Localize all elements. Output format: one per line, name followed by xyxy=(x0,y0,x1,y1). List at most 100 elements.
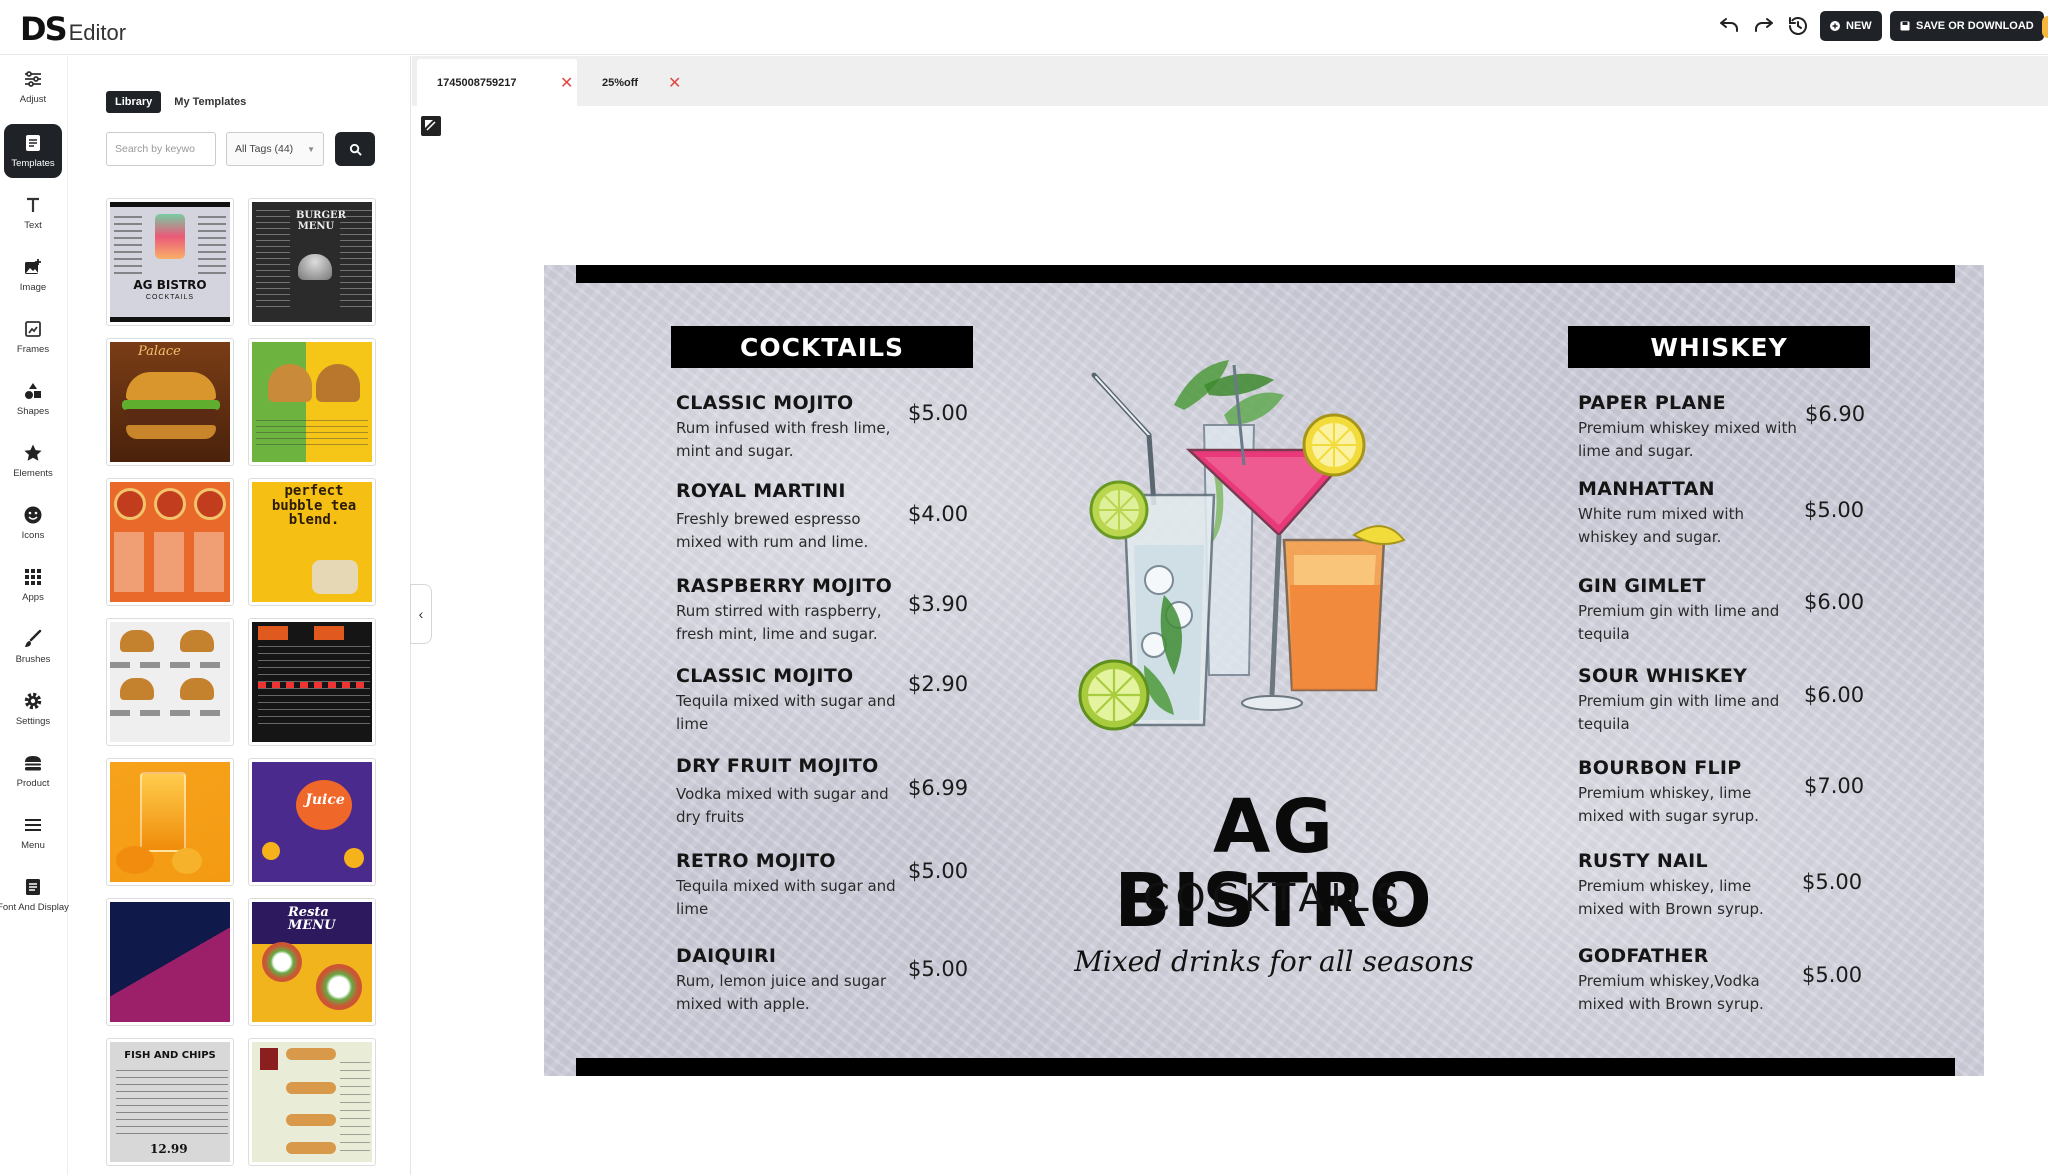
redo-icon[interactable] xyxy=(1752,14,1776,38)
nav-text[interactable]: Text xyxy=(4,186,62,240)
item-description: Freshly brewed espresso mixed with rum a… xyxy=(676,510,869,551)
template-thumbnail[interactable]: Palace xyxy=(106,338,234,466)
nav-label: Shapes xyxy=(16,406,50,417)
chevron-left-icon: ‹ xyxy=(418,606,424,622)
nav-label: Product xyxy=(16,778,50,789)
undo-icon[interactable] xyxy=(1717,14,1741,38)
nav-elements[interactable]: Elements xyxy=(4,434,62,488)
resize-icon[interactable] xyxy=(421,116,441,136)
item-price: $5.00 xyxy=(1802,870,1863,894)
nav-adjust[interactable]: Adjust xyxy=(4,60,62,114)
doc-tab-label: 25%off xyxy=(602,76,639,89)
template-thumbnail[interactable] xyxy=(106,478,234,606)
item-price: $6.00 xyxy=(1804,590,1865,614)
sliders-icon xyxy=(25,71,41,87)
thumb-title: AG BISTRO xyxy=(133,278,207,292)
template-thumbnail[interactable]: FISH AND CHIPS 12.99 xyxy=(106,1038,234,1166)
template-thumbnail[interactable] xyxy=(106,758,234,886)
gear-icon xyxy=(24,692,42,710)
nav-brushes[interactable]: Brushes xyxy=(4,620,62,674)
template-thumbnail[interactable] xyxy=(248,618,376,746)
thumb-title: Juice xyxy=(305,792,345,808)
nav-label: Elements xyxy=(13,468,53,479)
item-price: $5.00 xyxy=(908,401,969,425)
nav-shapes[interactable]: Shapes xyxy=(4,372,62,426)
templates-panel: Library My Templates All Tags (44) ▼ AG … xyxy=(69,56,411,1175)
template-thumbnail[interactable]: BURGER MENU xyxy=(248,198,376,326)
tags-select[interactable]: All Tags (44) ▼ xyxy=(226,132,324,166)
nav-product[interactable]: Product xyxy=(4,744,62,798)
app-logo[interactable]: DS Editor xyxy=(20,10,126,48)
item-description: Rum stirred with raspberry, fresh mint, … xyxy=(676,602,882,643)
item-price: $5.00 xyxy=(1804,498,1865,522)
item-price: $4.00 xyxy=(908,502,969,526)
doc-tab-label: 1745008759217 xyxy=(437,76,517,89)
item-description: Premium gin with lime and tequila xyxy=(1578,692,1780,733)
frame-icon xyxy=(25,321,41,337)
item-description: Premium gin with lime and tequila xyxy=(1578,602,1780,643)
save-or-download-button[interactable]: SAVE OR DOWNLOAD xyxy=(1890,11,2044,41)
close-icon[interactable]: ✕ xyxy=(560,73,573,93)
nav-frames[interactable]: Frames xyxy=(4,310,62,364)
template-thumbnail[interactable]: Juice xyxy=(248,758,376,886)
tab-my-templates[interactable]: My Templates xyxy=(165,91,255,113)
item-name: DRY FRUIT MOJITO xyxy=(676,755,879,777)
thumb-title: Resta MENU xyxy=(288,905,336,933)
user-avatar[interactable] xyxy=(2042,16,2048,38)
doc-tab[interactable]: 1745008759217 ✕ xyxy=(417,59,577,106)
item-description: White rum mixed with whiskey and sugar. xyxy=(1578,505,1744,546)
item-description: Premium whiskey,Vodka mixed with Brown s… xyxy=(1578,972,1764,1013)
smiley-icon xyxy=(24,506,42,524)
nav-menu[interactable]: Menu xyxy=(4,806,62,860)
nav-apps[interactable]: Apps xyxy=(4,558,62,612)
nav-label: Image xyxy=(19,282,47,293)
item-price: $3.90 xyxy=(908,592,969,616)
grid-icon xyxy=(25,569,41,585)
nav-icons[interactable]: Icons xyxy=(4,496,62,550)
item-price: $7.00 xyxy=(1804,774,1865,798)
template-thumbnail[interactable] xyxy=(248,338,376,466)
close-icon[interactable]: ✕ xyxy=(668,73,681,93)
tab-library[interactable]: Library xyxy=(106,91,162,113)
new-button[interactable]: NEW xyxy=(1820,11,1882,41)
collapse-panel-button[interactable]: ‹ xyxy=(410,584,432,644)
document-icon xyxy=(26,879,40,895)
nav-label: Brushes xyxy=(15,654,51,665)
item-description: Vodka mixed with sugar and dry fruits xyxy=(676,785,889,826)
menu-design-canvas[interactable]: COCKTAILS WHISKEY CLASSIC MOJITO Rum inf… xyxy=(544,265,1984,1076)
item-price: $5.00 xyxy=(908,957,969,981)
thumb-title: perfect bubble tea blend. xyxy=(271,483,357,529)
plus-circle-icon xyxy=(1830,21,1840,31)
template-thumbnail[interactable] xyxy=(106,898,234,1026)
nav-label: Menu xyxy=(21,840,45,851)
menu-icon xyxy=(25,819,41,831)
template-thumbnail[interactable] xyxy=(248,1038,376,1166)
nav-label: Templates xyxy=(11,158,55,169)
save-button-label: SAVE OR DOWNLOAD xyxy=(1916,20,2034,32)
thumb-title: BURGER MENU xyxy=(296,210,346,232)
top-border-bar xyxy=(576,265,1955,283)
item-description: Rum, lemon juice and sugar mixed with ap… xyxy=(676,972,887,1013)
nav-settings[interactable]: Settings xyxy=(4,682,62,736)
template-thumbnail[interactable]: Resta MENU xyxy=(248,898,376,1026)
chevron-down-icon: ▼ xyxy=(307,144,315,154)
template-search-input[interactable] xyxy=(106,132,216,166)
nav-font-and-display[interactable]: Font And Display xyxy=(0,868,69,922)
search-button[interactable] xyxy=(335,132,375,166)
nav-templates[interactable]: Templates xyxy=(4,124,62,178)
whiskey-heading: WHISKEY xyxy=(1568,326,1870,368)
history-icon[interactable] xyxy=(1786,14,1810,38)
template-thumbnail[interactable] xyxy=(106,618,234,746)
template-thumbnail[interactable]: perfect bubble tea blend. xyxy=(248,478,376,606)
item-price: $2.90 xyxy=(908,672,969,696)
item-price: $5.00 xyxy=(1802,963,1863,987)
brush-icon xyxy=(25,629,42,647)
save-icon xyxy=(1900,21,1910,31)
template-thumbnail[interactable]: AG BISTRO COCKTAILS xyxy=(106,198,234,326)
nav-label: Icons xyxy=(21,530,45,541)
cocktails-heading: COCKTAILS xyxy=(671,326,973,368)
nav-label: Apps xyxy=(22,592,44,603)
doc-tab[interactable]: 25%off ✕ xyxy=(582,59,697,106)
nav-image[interactable]: Image xyxy=(4,248,62,302)
item-description: Tequila mixed with sugar and lime xyxy=(676,692,896,733)
